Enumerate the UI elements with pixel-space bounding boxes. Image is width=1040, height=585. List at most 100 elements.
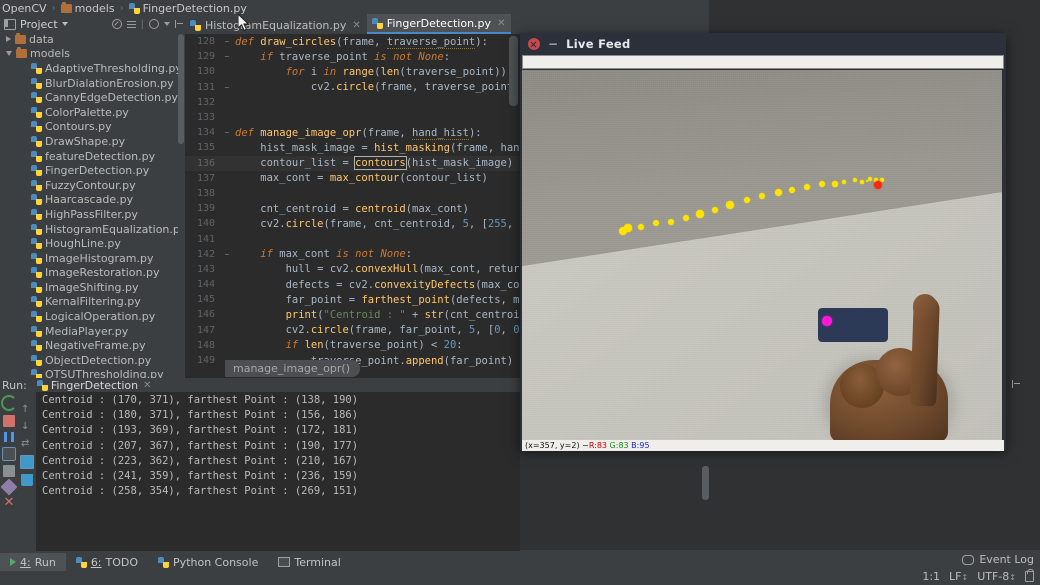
tree-item-drawshape-py[interactable]: DrawShape.py: [0, 134, 178, 149]
caret-position[interactable]: 1:1: [922, 570, 940, 583]
editor-scrollbar[interactable]: [509, 36, 518, 106]
chevron-down-icon[interactable]: [6, 51, 12, 56]
minimize-icon[interactable]: −: [548, 40, 558, 48]
editor-tab-fingerdetection-py[interactable]: FingerDetection.py✕: [367, 14, 512, 34]
pause-icon[interactable]: [3, 431, 15, 443]
breadcrumb-folder[interactable]: models: [61, 2, 115, 15]
code-line[interactable]: 144 defects = cv2.convexityDefects(max_c…: [185, 277, 520, 292]
editor-tab-histogramequalization-py[interactable]: HistogramEqualization.py✕: [185, 16, 367, 34]
tree-item-imagehistogram-py[interactable]: ImageHistogram.py: [0, 251, 178, 266]
tree-item-models[interactable]: models: [0, 47, 178, 62]
code-line[interactable]: 137 max_cont = max_contour(contour_list): [185, 171, 520, 186]
close-icon[interactable]: ✕: [497, 18, 505, 29]
code-line[interactable]: 140 cv2.circle(frame, cnt_centroid, 5, […: [185, 216, 520, 231]
lock-icon[interactable]: [1025, 571, 1034, 582]
close-icon[interactable]: ✕: [352, 20, 360, 31]
tree-item-fuzzycontour-py[interactable]: FuzzyContour.py: [0, 178, 178, 193]
expand-all-icon[interactable]: [127, 20, 136, 28]
code-line[interactable]: 146 print("Centroid : " + str(cnt_centro…: [185, 307, 520, 322]
code-line[interactable]: 145 far_point = farthest_point(defects, …: [185, 292, 520, 307]
camera-icon[interactable]: [3, 465, 15, 477]
project-file-tree[interactable]: datamodelsAdaptiveThresholding.pyBlurDia…: [0, 32, 178, 378]
code-line[interactable]: 134−def manage_image_opr(frame, hand_his…: [185, 125, 520, 140]
close-icon[interactable]: [528, 38, 540, 50]
stop-icon[interactable]: [3, 415, 15, 427]
gear-icon[interactable]: [149, 19, 159, 29]
collapse-all-icon[interactable]: [112, 19, 122, 29]
status-tab-python-console[interactable]: Python Console: [148, 553, 268, 571]
code-line[interactable]: 131− cv2.circle(frame, traverse_point[i]…: [185, 80, 520, 95]
event-log-area[interactable]: Event Log: [962, 553, 1034, 566]
code-line[interactable]: 148 if len(traverse_point) < 20:: [185, 338, 520, 353]
live-feed-title-bar[interactable]: − Live Feed: [520, 33, 1006, 55]
project-title[interactable]: Project: [0, 18, 68, 31]
tree-item-featuredetection-py[interactable]: featureDetection.py: [0, 149, 178, 164]
code-line[interactable]: 142− if max_cont is not None:: [185, 247, 520, 262]
tree-item-contours-py[interactable]: Contours.py: [0, 120, 178, 135]
console-scrollbar[interactable]: [702, 466, 709, 500]
line-separator[interactable]: LF↕: [949, 570, 968, 583]
settings-chevron-down-icon[interactable]: [164, 22, 170, 26]
code-line[interactable]: 139 cnt_centroid = centroid(max_cont): [185, 201, 520, 216]
code-line[interactable]: 138: [185, 186, 520, 201]
fold-gutter[interactable]: −: [221, 128, 233, 137]
hide-panel-icon[interactable]: [175, 20, 183, 28]
tree-item-colorpalette-py[interactable]: ColorPalette.py: [0, 105, 178, 120]
close-run-icon[interactable]: ✕: [3, 497, 15, 509]
tree-item-cannyedgedetection-py[interactable]: CannyEdgeDetection.py: [0, 90, 178, 105]
live-feed-window[interactable]: − Live Feed (x=357, y=2) ~ R:83 G:83 B:9…: [520, 33, 1006, 450]
tree-item-otsuthresholding-py[interactable]: OTSUThresholding.py: [0, 368, 178, 378]
file-encoding[interactable]: UTF-8↕: [977, 570, 1016, 583]
status-tab-todo[interactable]: 6:TODO: [66, 553, 148, 571]
code-line[interactable]: 141: [185, 231, 520, 246]
tree-item-negativeframe-py[interactable]: NegativeFrame.py: [0, 338, 178, 353]
tree-item-haarcascade-py[interactable]: Haarcascade.py: [0, 193, 178, 208]
breadcrumb-file[interactable]: FingerDetection.py: [129, 2, 247, 15]
chevron-right-icon[interactable]: [6, 36, 11, 42]
status-tab-run[interactable]: 4:Run: [0, 553, 66, 571]
fold-gutter[interactable]: −: [221, 83, 233, 92]
code-line[interactable]: 130 for i in range(len(traverse_point)):: [185, 64, 520, 79]
status-tab-terminal[interactable]: Terminal: [268, 553, 351, 571]
code-line[interactable]: 147 cv2.circle(frame, far_point, 5, [0, …: [185, 323, 520, 338]
fold-gutter[interactable]: −: [221, 37, 233, 46]
fold-gutter[interactable]: −: [221, 52, 233, 61]
tree-item-histogramequalization-py[interactable]: HistogramEqualization.py: [0, 222, 178, 237]
tree-item-mediaplayer-py[interactable]: MediaPlayer.py: [0, 324, 178, 339]
rerun-icon[interactable]: [1, 395, 17, 411]
code-line[interactable]: 132: [185, 95, 520, 110]
live-feed-video-canvas[interactable]: [522, 70, 1002, 440]
scroll-down-icon[interactable]: ↓: [21, 421, 33, 433]
code-line[interactable]: 143 hull = cv2.convexHull(max_cont, retu…: [185, 262, 520, 277]
soft-wrap-icon[interactable]: ⇄: [21, 438, 33, 450]
code-line[interactable]: 128−def draw_circles(frame, traverse_poi…: [185, 34, 520, 49]
fold-gutter[interactable]: −: [221, 250, 233, 259]
tree-item-imageshifting-py[interactable]: ImageShifting.py: [0, 280, 178, 295]
live-feed-toolbar[interactable]: [522, 55, 1004, 69]
pin-icon[interactable]: [1, 479, 18, 496]
code-line[interactable]: 135 hist_mask_image = hist_masking(frame…: [185, 140, 520, 155]
tree-item-kernalfiltering-py[interactable]: KernalFiltering.py: [0, 295, 178, 310]
run-tab-fingerdetection[interactable]: FingerDetection ✕: [37, 379, 152, 392]
tree-item-data[interactable]: data: [0, 32, 178, 47]
tree-item-highpassfilter-py[interactable]: HighPassFilter.py: [0, 207, 178, 222]
clear-all-icon[interactable]: [21, 474, 33, 486]
tree-item-logicaloperation-py[interactable]: LogicalOperation.py: [0, 309, 178, 324]
close-icon[interactable]: ✕: [143, 380, 151, 391]
tree-item-fingerdetection-py[interactable]: FingerDetection.py: [0, 163, 178, 178]
tree-item-imagerestoration-py[interactable]: ImageRestoration.py: [0, 266, 178, 281]
tree-item-blurdialationerosion-py[interactable]: BlurDialationErosion.py: [0, 76, 178, 91]
project-tree-scrollbar[interactable]: [178, 34, 184, 144]
scroll-up-icon[interactable]: ↑: [21, 404, 33, 416]
tree-item-adaptivethresholding-py[interactable]: AdaptiveThresholding.py: [0, 61, 178, 76]
show-image-icon[interactable]: [2, 447, 16, 461]
code-line[interactable]: 133: [185, 110, 520, 125]
tree-item-houghline-py[interactable]: HoughLine.py: [0, 236, 178, 251]
print-icon[interactable]: [20, 455, 34, 469]
code-line[interactable]: 129− if traverse_point is not None:: [185, 49, 520, 64]
run-hide-icon[interactable]: [1012, 380, 1020, 388]
tree-item-objectdetection-py[interactable]: ObjectDetection.py: [0, 353, 178, 368]
breadcrumb-root[interactable]: OpenCV: [2, 2, 47, 15]
code-line[interactable]: 136 contour_list = contours(hist_mask_im…: [185, 156, 520, 171]
code-editor[interactable]: 128−def draw_circles(frame, traverse_poi…: [185, 34, 520, 378]
